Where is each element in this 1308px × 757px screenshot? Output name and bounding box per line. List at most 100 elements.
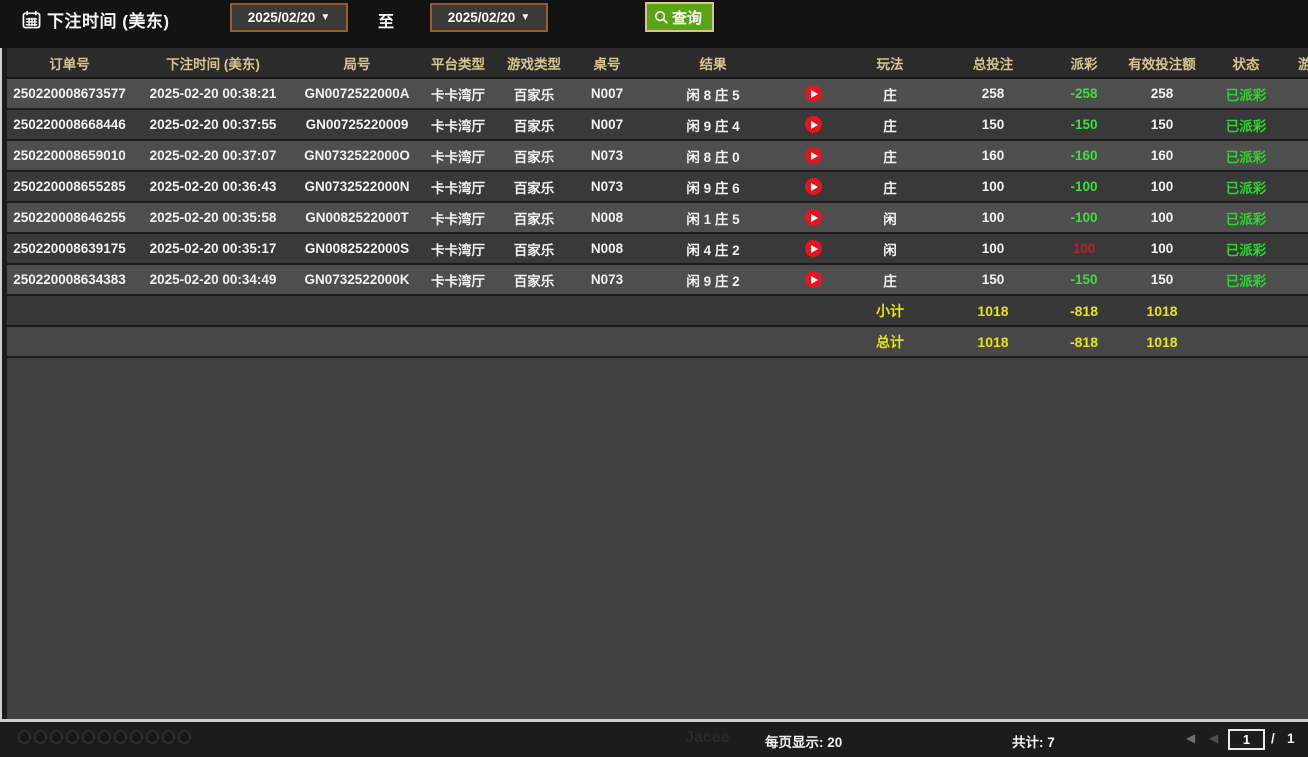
calendar-icon bbox=[22, 10, 41, 29]
table-row: 250220008668446 2025-02-20 00:37:55 GN00… bbox=[7, 110, 1308, 141]
replay-cell bbox=[784, 234, 842, 263]
table-rows: 250220008673577 2025-02-20 00:38:21 GN00… bbox=[2, 79, 1308, 296]
page-number-input[interactable] bbox=[1228, 729, 1265, 750]
play-video-icon[interactable] bbox=[805, 85, 822, 102]
replay-cell bbox=[784, 265, 842, 294]
valid-bet-cell: 150 bbox=[1120, 110, 1204, 139]
col-header-table-no: 桌号 bbox=[572, 48, 642, 77]
result-cell: 闲 9 庄 4 bbox=[642, 110, 784, 139]
status-cell: 已派彩 bbox=[1204, 172, 1288, 201]
to-label: 至 bbox=[378, 8, 394, 32]
result-cell: 闲 8 庄 5 bbox=[642, 79, 784, 108]
game-type-cell: 百家乐 bbox=[496, 172, 572, 201]
total-bet-cell: 150 bbox=[938, 110, 1048, 139]
status-cell: 已派彩 bbox=[1204, 203, 1288, 232]
order-id-cell: 250220008668446 bbox=[7, 110, 132, 139]
col-header-valid-bet: 有效投注额 bbox=[1120, 48, 1204, 77]
play-video-icon[interactable] bbox=[805, 147, 822, 164]
search-button-label: 查询 bbox=[672, 7, 702, 28]
valid-bet-cell: 100 bbox=[1120, 172, 1204, 201]
platform-cell: 卡卡湾厅 bbox=[420, 110, 496, 139]
status-cell: 已派彩 bbox=[1204, 265, 1288, 294]
table-no-cell: N008 bbox=[572, 234, 642, 263]
play-video-icon[interactable] bbox=[805, 271, 822, 288]
result-cell: 闲 4 庄 2 bbox=[642, 234, 784, 263]
bet-time-title-group: 下注时间 (美东) bbox=[22, 7, 170, 32]
game-type-cell: 百家乐 bbox=[496, 234, 572, 263]
round-id-cell: GN0732522000K bbox=[294, 265, 420, 294]
table-left-gutter bbox=[2, 48, 7, 719]
col-header-total-bet: 总投注 bbox=[938, 48, 1048, 77]
play-video-icon[interactable] bbox=[805, 116, 822, 133]
col-header-play: 玩法 bbox=[842, 48, 938, 77]
round-id-cell: GN0082522000T bbox=[294, 203, 420, 232]
status-cell: 已派彩 bbox=[1204, 234, 1288, 263]
grand-total-label: 总计 bbox=[842, 327, 938, 356]
game-type-cell: 百家乐 bbox=[496, 203, 572, 232]
table-row: 250220008673577 2025-02-20 00:38:21 GN00… bbox=[7, 79, 1308, 110]
valid-bet-cell: 258 bbox=[1120, 79, 1204, 108]
play-cell: 闲 bbox=[842, 234, 938, 263]
result-cell: 闲 9 庄 2 bbox=[642, 265, 784, 294]
bet-time-cell: 2025-02-20 00:38:21 bbox=[132, 79, 294, 108]
table-no-cell: N073 bbox=[572, 265, 642, 294]
replay-cell bbox=[784, 79, 842, 108]
play-video-icon[interactable] bbox=[805, 209, 822, 226]
total-count-label: 共计: 7 bbox=[1012, 731, 1055, 751]
payout-cell: -150 bbox=[1048, 265, 1120, 294]
search-button[interactable]: 查询 bbox=[645, 2, 714, 32]
status-cell: 已派彩 bbox=[1204, 141, 1288, 170]
table-no-cell: N007 bbox=[572, 110, 642, 139]
subtotal-row: 小计 1018 -818 1018 bbox=[7, 296, 1308, 327]
grand-total-valid-bet: 1018 bbox=[1120, 327, 1204, 356]
play-video-icon[interactable] bbox=[805, 240, 822, 257]
subtotal-total-bet: 1018 bbox=[938, 296, 1048, 325]
search-icon bbox=[654, 10, 669, 25]
replay-cell bbox=[784, 172, 842, 201]
play-video-icon[interactable] bbox=[805, 178, 822, 195]
date-to-value: 2025/02/20 bbox=[448, 10, 516, 25]
subtotal-label: 小计 bbox=[842, 296, 938, 325]
platform-cell: 卡卡湾厅 bbox=[420, 265, 496, 294]
payout-cell: -150 bbox=[1048, 110, 1120, 139]
order-id-cell: 250220008659010 bbox=[7, 141, 132, 170]
game-cell bbox=[1288, 172, 1308, 201]
game-type-cell: 百家乐 bbox=[496, 79, 572, 108]
bet-time-cell: 2025-02-20 00:36:43 bbox=[132, 172, 294, 201]
col-header-replay bbox=[784, 48, 842, 77]
table-row: 250220008646255 2025-02-20 00:35:58 GN00… bbox=[7, 203, 1308, 234]
replay-cell bbox=[784, 110, 842, 139]
play-cell: 庄 bbox=[842, 110, 938, 139]
total-bet-cell: 100 bbox=[938, 203, 1048, 232]
grand-total-payout: -818 bbox=[1048, 327, 1120, 356]
payout-cell: -160 bbox=[1048, 141, 1120, 170]
chevron-down-icon: ▼ bbox=[520, 12, 530, 23]
play-cell: 闲 bbox=[842, 203, 938, 232]
total-bet-cell: 100 bbox=[938, 234, 1048, 263]
round-id-cell: GN0082522000S bbox=[294, 234, 420, 263]
first-page-icon[interactable]: ◀ bbox=[1186, 731, 1195, 745]
platform-cell: 卡卡湾厅 bbox=[420, 203, 496, 232]
game-cell bbox=[1288, 265, 1308, 294]
date-to-picker[interactable]: 2025/02/20 ▼ bbox=[430, 3, 548, 32]
game-cell bbox=[1288, 141, 1308, 170]
per-page-label: 每页显示: 20 bbox=[765, 731, 842, 751]
bet-time-cell: 2025-02-20 00:37:55 bbox=[132, 110, 294, 139]
col-header-result: 结果 bbox=[642, 48, 784, 77]
date-from-picker[interactable]: 2025/02/20 ▼ bbox=[230, 3, 348, 32]
col-header-payout: 派彩 bbox=[1048, 48, 1120, 77]
subtotal-payout: -818 bbox=[1048, 296, 1120, 325]
valid-bet-cell: 160 bbox=[1120, 141, 1204, 170]
payout-cell: -100 bbox=[1048, 172, 1120, 201]
replay-cell bbox=[784, 141, 842, 170]
payout-cell: 100 bbox=[1048, 234, 1120, 263]
col-header-game-type: 游戏类型 bbox=[496, 48, 572, 77]
table-row: 250220008655285 2025-02-20 00:36:43 GN07… bbox=[7, 172, 1308, 203]
prev-page-icon[interactable]: ◀ bbox=[1209, 731, 1218, 745]
play-cell: 庄 bbox=[842, 79, 938, 108]
pagination-bar: Jacee 每页显示: 20 共计: 7 ◀ ◀ / 1 bbox=[0, 722, 1308, 757]
bet-time-cell: 2025-02-20 00:35:17 bbox=[132, 234, 294, 263]
game-cell bbox=[1288, 110, 1308, 139]
replay-cell bbox=[784, 203, 842, 232]
page-separator: / bbox=[1271, 731, 1275, 746]
